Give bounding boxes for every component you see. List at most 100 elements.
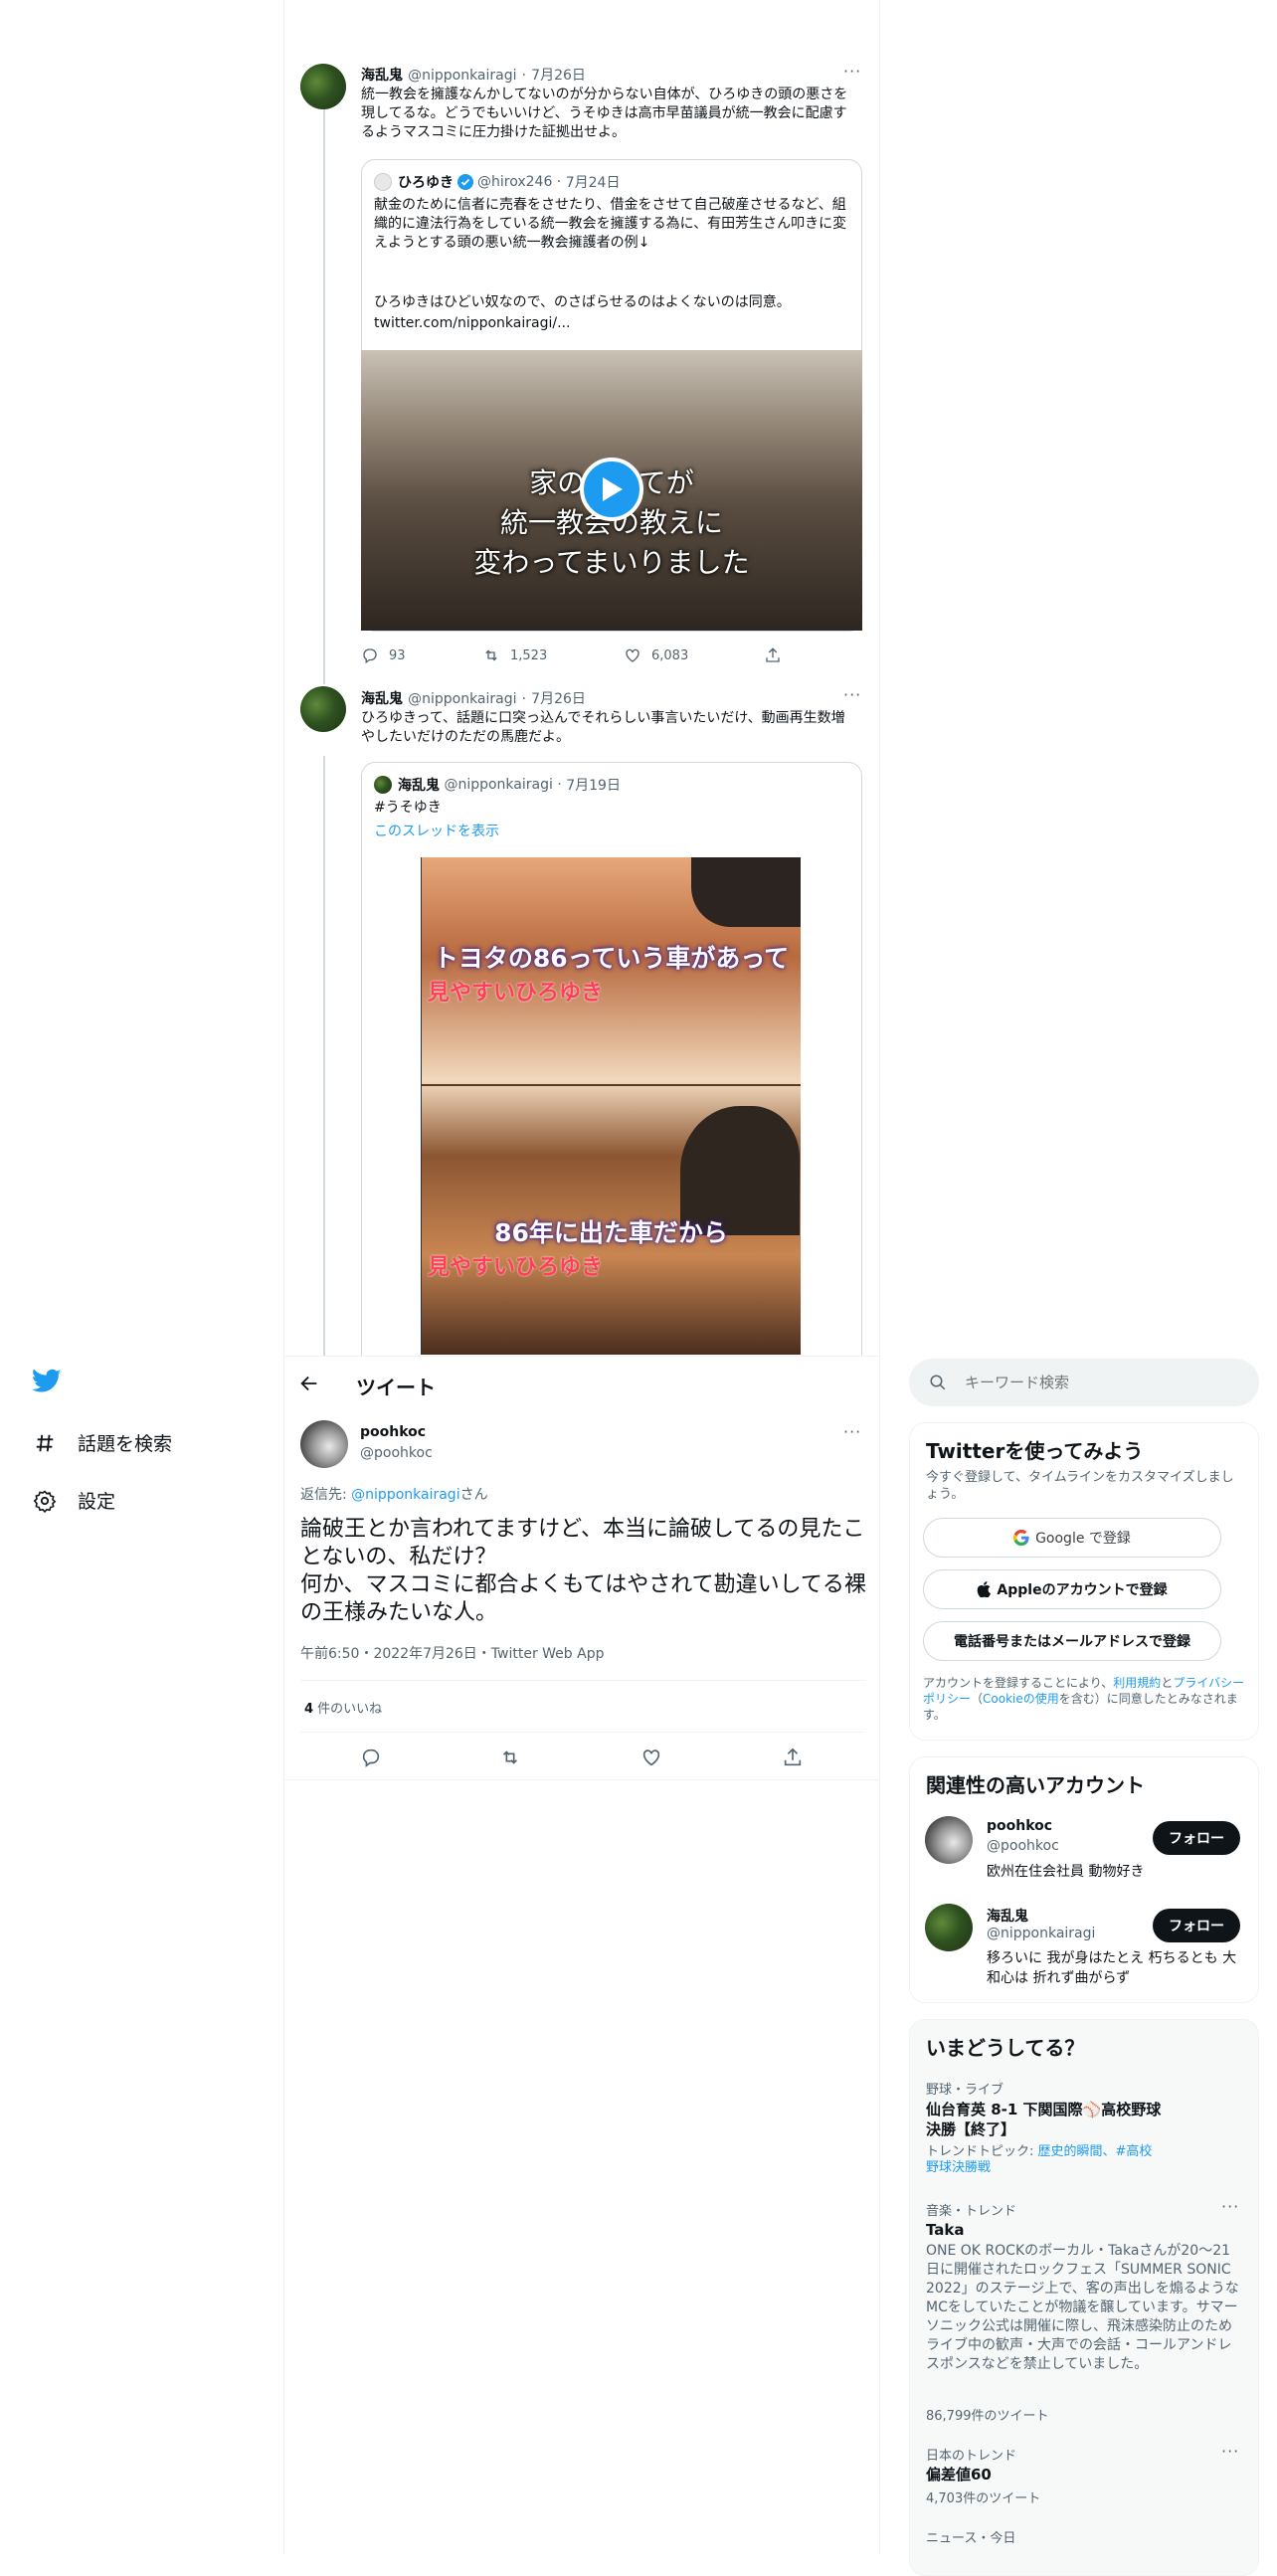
quote-date: 7月19日 xyxy=(566,778,621,794)
share-button[interactable] xyxy=(764,646,792,664)
quote-header: 海乱鬼 @nipponkairagi · 7月19日 xyxy=(374,775,621,795)
reply-to-link[interactable]: @nipponkairagi xyxy=(351,1487,459,1503)
person-figure xyxy=(691,857,801,927)
more-options-icon[interactable]: ··· xyxy=(843,685,861,704)
divider xyxy=(422,1084,801,1086)
signup-subtitle: 今すぐ登録して、タイムラインをカスタマイズしましょう。 xyxy=(926,1470,1234,1502)
share-icon[interactable] xyxy=(782,1747,804,1772)
retweet-icon xyxy=(485,649,497,661)
hashtag-icon xyxy=(32,1430,58,1456)
tweet-text: 統一教会を擁護なんかしてないのが分からない自体が、ひろゆきの頭の悪さを現してるな… xyxy=(361,87,848,140)
reply-count: 93 xyxy=(389,647,406,663)
follow-button[interactable]: フォロー xyxy=(1153,1909,1240,1942)
avatar[interactable] xyxy=(300,1420,348,1468)
trend-count: 86,799件のツイート xyxy=(926,2409,1049,2424)
author-handle[interactable]: @nipponkairagi xyxy=(408,691,516,707)
thread-line xyxy=(323,107,325,684)
trend-meta: ニュース・今日 xyxy=(926,2531,1016,2546)
account-name[interactable]: 海乱鬼 xyxy=(987,1906,1028,1926)
tweet-date[interactable]: 7月26日 xyxy=(531,68,586,84)
avatar xyxy=(374,776,392,794)
account-name[interactable]: poohkoc xyxy=(987,1818,1052,1834)
play-button[interactable] xyxy=(580,458,643,521)
nav-settings-label: 設定 xyxy=(78,1491,116,1513)
terms-link[interactable]: 利用規約 xyxy=(1113,1676,1161,1690)
avatar[interactable] xyxy=(925,1904,973,1951)
account-bio: 欧州在住会社員 動物好き xyxy=(987,1864,1145,1880)
quote-author-handle: @hirox246 xyxy=(477,174,553,190)
search-input[interactable] xyxy=(965,1374,1223,1391)
apple-icon xyxy=(977,1581,992,1597)
video-caption: 見やすいひろゆき xyxy=(428,1255,604,1280)
video-caption: 86年に出た車だから xyxy=(494,1218,728,1247)
trend-meta: 日本のトレンド xyxy=(926,2449,1017,2464)
author-handle[interactable]: @poohkoc xyxy=(360,1445,433,1461)
back-arrow-icon[interactable] xyxy=(298,1373,320,1398)
heart-icon xyxy=(626,648,639,662)
follow-button[interactable]: フォロー xyxy=(1153,1821,1240,1855)
like-button[interactable]: 6,083 xyxy=(624,646,688,664)
author-handle[interactable]: @nipponkairagi xyxy=(408,68,516,84)
trend-topic: トレンドトピック: 歴史的瞬間、#高校野球決勝戦 xyxy=(926,2144,1153,2175)
nav-explore-label: 話題を検索 xyxy=(78,1433,173,1455)
avatar[interactable] xyxy=(300,64,346,109)
verified-icon xyxy=(457,174,473,190)
video-caption: トヨタの86っていう車があって xyxy=(433,944,790,973)
author-name[interactable]: 海乱鬼 xyxy=(361,691,403,707)
video-caption: 変わってまいりました xyxy=(473,546,750,579)
apple-signup-button[interactable]: Appleのアカウントで登録 xyxy=(923,1569,1221,1609)
video-thumbnail[interactable]: トヨタの86っていう車があって 見やすいひろゆき 86年に出た車だから 見やすい… xyxy=(421,857,801,1355)
account-handle[interactable]: @poohkoc xyxy=(987,1838,1059,1854)
phone-email-signup-button[interactable]: 電話番号またはメールアドレスで登録 xyxy=(923,1621,1221,1661)
google-signup-button[interactable]: Google で登録 xyxy=(923,1518,1221,1558)
search-box[interactable] xyxy=(909,1359,1259,1406)
hashtag[interactable]: #うそゆき xyxy=(374,799,442,818)
quote-author-name: ひろゆき xyxy=(398,175,454,191)
retweet-count: 1,523 xyxy=(510,647,548,663)
author-name[interactable]: poohkoc xyxy=(360,1424,426,1440)
show-thread-link[interactable]: このスレッドを表示 xyxy=(374,823,499,841)
video-caption: 見やすいひろゆき xyxy=(428,981,604,1006)
legal-text: アカウントを登録することにより、利用規約とプライバシーポリシー（Cookieの使… xyxy=(923,1676,1245,1722)
right-divider xyxy=(879,0,880,2554)
author-name[interactable]: 海乱鬼 xyxy=(361,68,403,84)
more-options-icon[interactable]: ··· xyxy=(843,62,861,81)
nav-settings[interactable]: 設定 xyxy=(32,1487,115,1514)
reply-button[interactable]: 93 xyxy=(361,646,406,664)
left-divider xyxy=(283,0,284,2554)
more-options-icon[interactable]: ··· xyxy=(1221,2442,1239,2461)
more-options-icon[interactable]: ··· xyxy=(843,1422,861,1441)
tweet-header: 海乱鬼 @nipponkairagi · 7月26日 xyxy=(361,691,586,707)
retweet-button[interactable]: 1,523 xyxy=(482,646,547,664)
page-title: ツイート xyxy=(356,1376,436,1399)
tweet-text: ひろゆきって、話題に口突っ込んでそれらしい事言いたいだけ、動画再生数増やしたいだ… xyxy=(361,710,845,745)
like-count: 6,083 xyxy=(651,647,689,663)
cookie-link[interactable]: Cookieの使用 xyxy=(983,1692,1059,1706)
quote-author-handle: @nipponkairagi xyxy=(444,777,553,793)
tweet-timestamp[interactable]: 午前6:50・2022年7月26日・Twitter Web App xyxy=(300,1643,604,1663)
relevant-title: 関連性の高いアカウント xyxy=(926,1773,1145,1797)
quote-header: ひろゆき @hirox246 · 7月24日 xyxy=(374,172,620,192)
twitter-logo-icon[interactable] xyxy=(32,1369,62,1398)
reply-icon xyxy=(363,648,377,664)
account-handle[interactable]: @nipponkairagi xyxy=(987,1926,1095,1941)
likes-stat[interactable]: 4 件のいいね xyxy=(304,1698,382,1717)
trends-title: いまどうしてる？ xyxy=(926,2036,1085,2060)
avatar[interactable] xyxy=(300,686,346,732)
video-thumbnail[interactable]: 家の てが 統一教会の教えに 変わってまいりました xyxy=(361,350,862,631)
trend-meta: 野球・ライブ xyxy=(926,2083,1004,2098)
trend-meta: 音楽・トレンド xyxy=(926,2204,1017,2219)
nav-explore[interactable]: 話題を検索 xyxy=(32,1429,172,1456)
tweet-date[interactable]: 7月26日 xyxy=(531,691,586,707)
reply-icon[interactable] xyxy=(360,1747,382,1772)
more-options-icon[interactable]: ··· xyxy=(1221,2197,1239,2216)
heart-icon[interactable] xyxy=(640,1747,662,1772)
retweet-icon[interactable] xyxy=(499,1747,521,1772)
search-icon xyxy=(929,1374,947,1391)
divider xyxy=(300,1732,865,1733)
quote-link[interactable]: twitter.com/nipponkairagi/... xyxy=(374,314,853,333)
reply-to: 返信先: @nipponkairagiさん xyxy=(300,1487,488,1503)
main-tweet-text: 論破王とか言われてますけど、本当に論破してるの見たことないの、私だけ？ 何か、マ… xyxy=(300,1517,866,1625)
signup-title: Twitterを使ってみよう xyxy=(926,1439,1144,1463)
avatar[interactable] xyxy=(925,1816,973,1864)
